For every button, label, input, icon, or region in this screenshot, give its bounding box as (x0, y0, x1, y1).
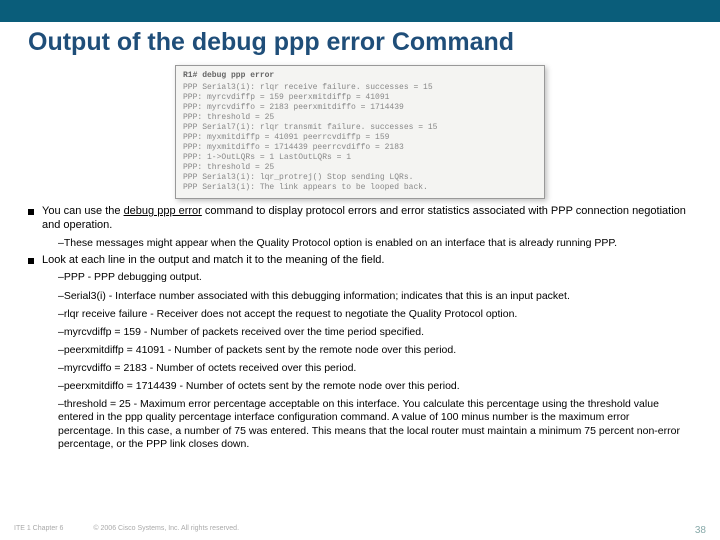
bullet-text-pre: Look at each line in the output and matc… (42, 254, 384, 266)
footer: ITE 1 Chapter 6 © 2006 Cisco Systems, In… (0, 525, 720, 536)
terminal-line: PPP: threshold = 25 (183, 163, 537, 173)
footer-copyright: © 2006 Cisco Systems, Inc. All rights re… (63, 525, 694, 536)
bullet-text-pre: You can use the (42, 205, 124, 217)
bullet-square-icon (28, 258, 34, 264)
sub-bullet: –threshold = 25 - Maximum error percenta… (58, 398, 682, 451)
terminal-line: PPP: myxmitdiffp = 41091 peerrcvdiffp = … (183, 133, 537, 143)
bullet-square-icon (28, 209, 34, 215)
terminal-line: PPP Serial7(i): rlqr transmit failure. s… (183, 123, 537, 133)
bullet-text: Look at each line in the output and matc… (42, 254, 692, 268)
sub-bullet: –rlqr receive failure - Receiver does no… (58, 308, 682, 321)
terminal-line: PPP Serial3(i): lqr_protrej() Stop sendi… (183, 173, 537, 183)
bullet-item: You can use the debug ppp error command … (28, 205, 692, 233)
command-text: debug ppp error (124, 205, 202, 217)
sub-bullet: –These messages might appear when the Qu… (58, 237, 682, 250)
sub-bullet: –myrcvdiffp = 159 - Number of packets re… (58, 326, 682, 339)
sub-bullet: –PPP - PPP debugging output. (58, 271, 682, 284)
terminal-header: R1# debug ppp error (183, 71, 537, 81)
sub-bullet: –myrcvdiffo = 2183 - Number of octets re… (58, 362, 682, 375)
terminal-box: R1# debug ppp error PPP Serial3(i): rlqr… (175, 65, 545, 199)
terminal-line: PPP: threshold = 25 (183, 113, 537, 123)
terminal-line: PPP Serial3(i): rlqr receive failure. su… (183, 83, 537, 93)
terminal-screenshot: R1# debug ppp error PPP Serial3(i): rlqr… (175, 65, 545, 199)
terminal-line: PPP: myrcvdiffo = 2183 peerxmitdiffo = 1… (183, 103, 537, 113)
terminal-line: PPP: 1->OutLQRs = 1 LastOutLQRs = 1 (183, 153, 537, 163)
sub-bullet: –Serial3(i) - Interface number associate… (58, 290, 682, 303)
terminal-line: PPP: myxmitdiffo = 1714439 peerrcvdiffo … (183, 143, 537, 153)
bullet-text: You can use the debug ppp error command … (42, 205, 692, 233)
terminal-line: PPP Serial3(i): The link appears to be l… (183, 183, 537, 193)
page-number: 38 (695, 525, 706, 536)
page-title: Output of the debug ppp error Command (0, 22, 720, 61)
bullet-item: Look at each line in the output and matc… (28, 254, 692, 268)
sub-bullet: –peerxmitdiffo = 1714439 - Number of oct… (58, 380, 682, 393)
sub-bullet: –peerxmitdiffp = 41091 - Number of packe… (58, 344, 682, 357)
content-area: You can use the debug ppp error command … (0, 205, 720, 451)
terminal-line: PPP: myrcvdiffp = 159 peerxmitdiffp = 41… (183, 93, 537, 103)
footer-left: ITE 1 Chapter 6 (14, 525, 63, 536)
top-bar (0, 0, 720, 22)
